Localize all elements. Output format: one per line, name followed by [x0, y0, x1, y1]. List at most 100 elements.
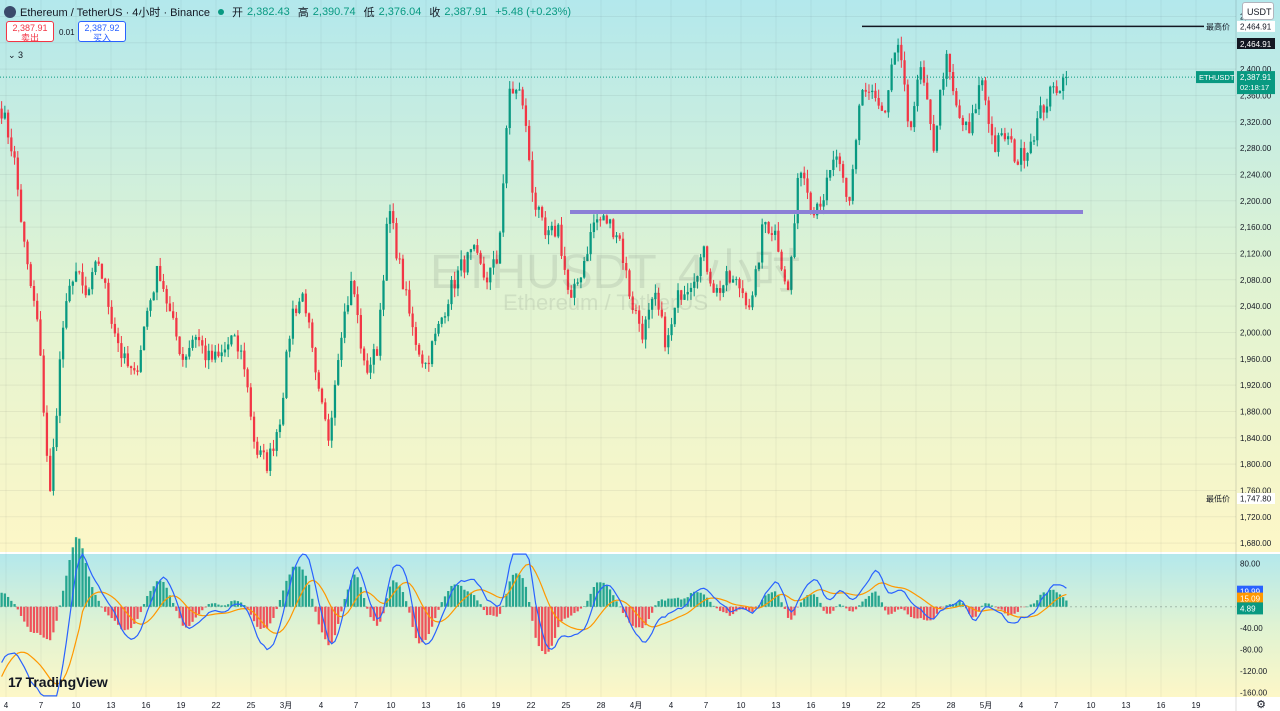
candle-body [867, 91, 871, 93]
candle-body [521, 89, 524, 106]
time-axis-tick-label: 16 [457, 701, 466, 710]
change-value: +5.48 (+0.23%) [495, 6, 572, 18]
price-axis-tick-label: 1,720.00 [1240, 513, 1272, 522]
chart-stage[interactable]: 1,680.00 1,720.00 1,760.00 1,800.00 1,840.00… [0, 0, 1280, 711]
histogram-bar [531, 606, 534, 621]
candle-body [311, 322, 314, 348]
histogram-bar [272, 606, 275, 618]
candle-body [825, 177, 829, 201]
candle-body [249, 387, 252, 417]
candle-body [528, 125, 531, 161]
histogram-bar [398, 586, 401, 607]
candle-body [233, 335, 236, 337]
candle-countdown: 02:18:17 [1240, 83, 1269, 92]
candle-body [385, 223, 388, 281]
candle-body [23, 221, 26, 242]
histogram-bar [657, 601, 660, 607]
histogram-bar [362, 598, 366, 607]
histogram-bar [476, 600, 479, 607]
candle-body [49, 455, 52, 491]
candle-body [832, 159, 835, 170]
histogram-bar [663, 600, 667, 607]
histogram-bar [647, 606, 651, 619]
histogram-bar [926, 606, 929, 621]
histogram-bar [650, 606, 654, 613]
candle-body [78, 271, 81, 273]
candle-body [301, 293, 304, 302]
candle-body [320, 388, 324, 403]
candle-body [29, 264, 32, 287]
candle-body [1058, 90, 1062, 93]
histogram-bar [822, 606, 825, 611]
chart-canvas[interactable]: 1,680.001,720.001,760.001,800.001,840.00… [0, 0, 1280, 711]
candle-body [278, 424, 282, 433]
price-axis-tick-label: 1,920.00 [1240, 381, 1272, 390]
buy-button[interactable]: 2,387.92 买入 [78, 21, 126, 43]
histogram-bar [126, 606, 129, 630]
candle-body [136, 370, 139, 372]
indicators-toggle[interactable]: ⌄ 3 [8, 50, 23, 61]
candle-body [42, 355, 45, 413]
price-axis-tick-label: 1,880.00 [1240, 407, 1272, 416]
time-axis-tick-label: 7 [39, 701, 44, 710]
candle-body [146, 310, 149, 327]
histogram-bar [469, 592, 473, 607]
histogram-bar [579, 606, 583, 609]
time-axis-tick-label: 16 [142, 701, 151, 710]
histogram-bar [495, 606, 498, 617]
candle-body [139, 349, 142, 372]
candle-body [929, 99, 932, 124]
histogram-bar [909, 606, 913, 617]
histogram-bar [233, 600, 236, 607]
candle-body [262, 450, 265, 453]
time-axis-tick-label: 13 [107, 701, 116, 710]
candle-body [1000, 133, 1003, 136]
candle-body [430, 341, 434, 365]
histogram-bar [913, 606, 916, 619]
candle-body [926, 82, 929, 100]
candle-body [511, 88, 515, 94]
candle-body [142, 326, 146, 350]
candle-body [129, 366, 133, 369]
candle-body [1016, 161, 1019, 165]
histogram-bar [861, 601, 864, 607]
candle-body [861, 89, 864, 106]
histogram-bar [867, 596, 871, 607]
sell-button[interactable]: 2,387.91 卖出 [6, 21, 54, 43]
candle-body [282, 397, 285, 425]
candle-body [343, 311, 346, 338]
candle-body [236, 335, 240, 352]
currency-select[interactable]: USDT [1242, 2, 1274, 20]
histogram-bar [1065, 600, 1068, 607]
candle-body [803, 172, 806, 179]
price-axis-tick-label: 2,080.00 [1240, 276, 1272, 285]
histogram-bar [906, 606, 909, 615]
candle-body [1055, 86, 1058, 93]
histogram-bar [84, 562, 87, 607]
histogram-bar [1032, 603, 1036, 607]
histogram-bar [427, 606, 430, 635]
histogram-bar [819, 602, 822, 607]
candle-body [165, 288, 168, 304]
oscillator-axis-tick-label: -40.00 [1240, 624, 1263, 633]
candle-body [903, 60, 906, 85]
candle-body [1039, 105, 1042, 119]
candle-body [502, 183, 505, 233]
symbol-title[interactable]: Ethereum / TetherUS · 4小时 · Binance [20, 4, 210, 20]
candle-body [447, 304, 450, 317]
candle-body [178, 336, 181, 354]
time-axis-tick-label: 22 [212, 701, 221, 710]
candle-body [524, 105, 528, 126]
settings-gear-icon[interactable]: ⚙ [1256, 698, 1266, 711]
candle-body [851, 169, 854, 201]
spread-value: 0.01 [59, 28, 75, 37]
candle-body [822, 200, 825, 207]
candle-body [356, 294, 359, 316]
histogram-bar [524, 586, 528, 607]
histogram-bar [667, 598, 670, 607]
candle-body [362, 348, 366, 361]
tradingview-logo[interactable]: 17 TradingView [8, 674, 108, 690]
candle-body [984, 80, 987, 101]
candle-body [55, 415, 58, 448]
candle-body [935, 125, 939, 151]
